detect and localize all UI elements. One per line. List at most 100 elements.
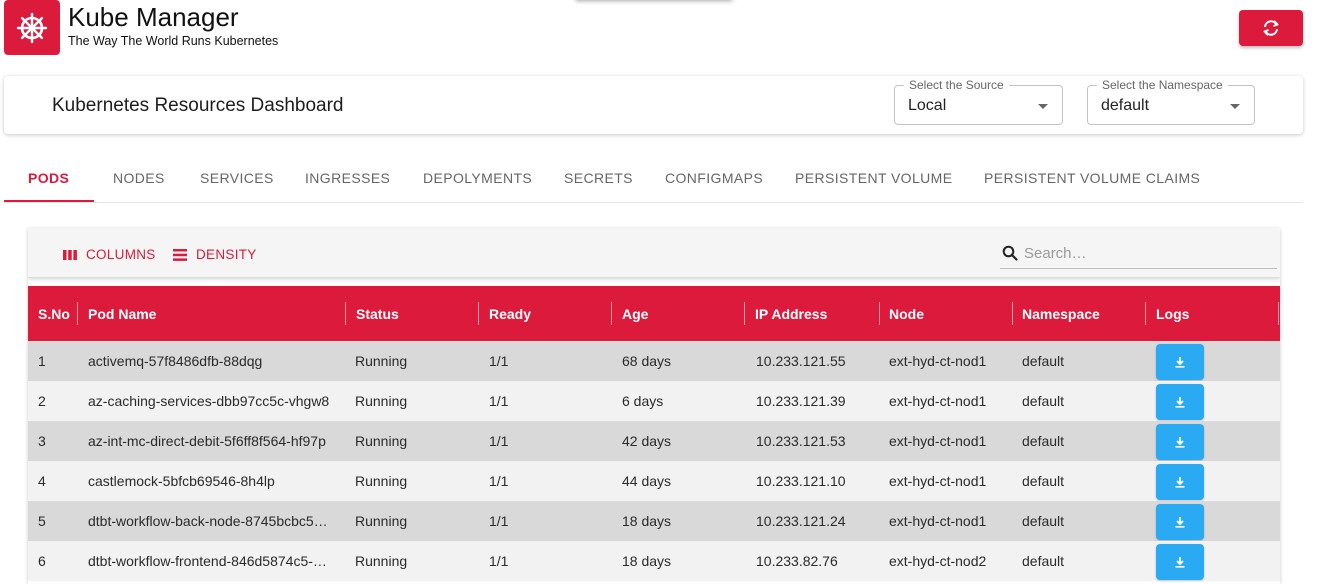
tab-configmaps[interactable]: CONFIGMAPS xyxy=(665,170,763,186)
source-select-label: Select the Source xyxy=(904,78,1009,92)
tab-pods[interactable]: PODS xyxy=(28,170,69,186)
column-separator[interactable] xyxy=(478,302,479,325)
download-icon xyxy=(1175,557,1185,568)
download-icon xyxy=(1175,477,1185,488)
density-label: DENSITY xyxy=(196,247,257,262)
cell-age: 42 days xyxy=(622,433,672,449)
app-title: Kube Manager xyxy=(68,2,239,32)
pods-data-grid: COLUMNS DENSITY S.No Po xyxy=(28,228,1280,584)
table-row[interactable]: 3 az-int-mc-direct-debit-5f6ff8f564-hf97… xyxy=(28,421,1280,461)
cell-namespace: default xyxy=(1022,553,1065,569)
cell-node: ext-hyd-ct-nod2 xyxy=(889,553,987,569)
cell-node: ext-hyd-ct-nod1 xyxy=(889,353,987,369)
column-header-ready[interactable]: Ready xyxy=(489,286,531,341)
column-header-namespace[interactable]: Namespace xyxy=(1022,286,1100,341)
download-icon xyxy=(1175,357,1185,368)
column-header-logs[interactable]: Logs xyxy=(1156,286,1189,341)
column-header-node[interactable]: Node xyxy=(889,286,924,341)
table-row[interactable]: 1 activemq-57f8486dfb-88dqg Running 1/1 … xyxy=(28,341,1280,381)
column-header-age[interactable]: Age xyxy=(622,286,648,341)
dashboard-card: Kubernetes Resources Dashboard Select th… xyxy=(4,76,1303,134)
table-row[interactable]: 2 az-caching-services-dbb97cc5c-vhgw8 Ru… xyxy=(28,381,1280,421)
download-logs-button[interactable] xyxy=(1156,344,1204,380)
download-logs-button[interactable] xyxy=(1156,424,1204,460)
caret-down-icon xyxy=(1038,104,1048,109)
search-box xyxy=(1000,240,1277,269)
cell-ready: 1/1 xyxy=(489,393,509,409)
app-subtitle: The Way The World Runs Kubernetes xyxy=(68,34,279,48)
resource-tabs: PODS NODES SERVICES INGRESSES DEPOLYMENT… xyxy=(4,152,1303,203)
cell-ip-address: 10.233.121.53 xyxy=(756,433,846,449)
density-button[interactable]: DENSITY xyxy=(172,247,257,262)
caret-down-icon xyxy=(1230,104,1240,109)
search-input[interactable] xyxy=(1024,243,1272,263)
cell-sno: 6 xyxy=(38,553,46,569)
column-separator[interactable] xyxy=(879,302,880,325)
grid-toolbar: COLUMNS DENSITY xyxy=(28,228,1280,278)
cell-pod-name: dtbt-workflow-back-node-8745bcbc5… xyxy=(88,513,328,529)
app-logo xyxy=(4,0,60,55)
columns-icon xyxy=(62,249,78,261)
cell-status: Running xyxy=(355,513,408,529)
search-icon xyxy=(1002,245,1018,266)
column-header-ip-address[interactable]: IP Address xyxy=(755,286,827,341)
download-logs-button[interactable] xyxy=(1156,504,1204,540)
column-separator[interactable] xyxy=(1145,302,1146,325)
cell-namespace: default xyxy=(1022,393,1065,409)
cell-ready: 1/1 xyxy=(489,353,509,369)
refresh-button[interactable] xyxy=(1239,10,1303,46)
download-logs-button[interactable] xyxy=(1156,464,1204,500)
column-separator[interactable] xyxy=(611,302,612,325)
table-row[interactable]: 5 dtbt-workflow-back-node-8745bcbc5… Run… xyxy=(28,501,1280,541)
column-header-status[interactable]: Status xyxy=(356,286,399,341)
tab-nodes[interactable]: NODES xyxy=(113,170,165,186)
tab-services[interactable]: SERVICES xyxy=(200,170,274,186)
cell-age: 18 days xyxy=(622,513,672,529)
column-header-pod-name[interactable]: Pod Name xyxy=(88,286,156,341)
cell-node: ext-hyd-ct-nod1 xyxy=(889,473,987,489)
source-select[interactable]: Select the Source Local xyxy=(894,78,1063,125)
download-logs-button[interactable] xyxy=(1156,384,1204,420)
cell-node: ext-hyd-ct-nod1 xyxy=(889,513,987,529)
tab-persistent-volume[interactable]: PERSISTENT VOLUME xyxy=(795,170,952,186)
cell-status: Running xyxy=(355,553,408,569)
dashboard-title: Kubernetes Resources Dashboard xyxy=(52,95,344,116)
cell-ip-address: 10.233.82.76 xyxy=(756,553,838,569)
columns-button[interactable]: COLUMNS xyxy=(62,247,156,262)
tab-ingresses[interactable]: INGRESSES xyxy=(305,170,390,186)
tab-persistent-volume-claims[interactable]: PERSISTENT VOLUME CLAIMS xyxy=(984,170,1200,186)
namespace-select[interactable]: Select the Namespace default xyxy=(1087,78,1255,125)
namespace-select-label: Select the Namespace xyxy=(1097,78,1228,92)
table-row[interactable]: 4 castlemock-5bfcb69546-8h4lp Running 1/… xyxy=(28,461,1280,501)
cell-sno: 4 xyxy=(38,473,46,489)
cell-age: 44 days xyxy=(622,473,672,489)
columns-label: COLUMNS xyxy=(86,247,156,262)
cell-sno: 1 xyxy=(38,353,46,369)
table-body: 1 activemq-57f8486dfb-88dqg Running 1/1 … xyxy=(28,341,1280,581)
density-icon xyxy=(172,248,188,262)
cell-node: ext-hyd-ct-nod1 xyxy=(889,393,987,409)
cell-sno: 2 xyxy=(38,393,46,409)
column-header-sno[interactable]: S.No xyxy=(38,286,70,341)
download-icon xyxy=(1175,437,1185,448)
download-logs-button[interactable] xyxy=(1156,544,1204,580)
cell-status: Running xyxy=(355,393,408,409)
tab-secrets[interactable]: SECRETS xyxy=(564,170,633,186)
cell-pod-name: activemq-57f8486dfb-88dqg xyxy=(88,353,263,369)
column-separator[interactable] xyxy=(744,302,745,325)
cell-sno: 3 xyxy=(38,433,46,449)
column-separator[interactable] xyxy=(77,302,78,325)
cell-pod-name: az-int-mc-direct-debit-5f6ff8f564-hf97p xyxy=(88,433,326,449)
cell-ip-address: 10.233.121.10 xyxy=(756,473,846,489)
cell-pod-name: dtbt-workflow-frontend-846d5874c5-… xyxy=(88,553,327,569)
table-row[interactable]: 6 dtbt-workflow-frontend-846d5874c5-… Ru… xyxy=(28,541,1280,581)
cell-sno: 5 xyxy=(38,513,46,529)
cell-namespace: default xyxy=(1022,513,1065,529)
column-separator[interactable] xyxy=(345,302,346,325)
column-separator[interactable] xyxy=(1278,302,1279,325)
column-separator[interactable] xyxy=(1012,302,1013,325)
tab-deployments[interactable]: DEPOLYMENTS xyxy=(423,170,532,186)
cell-ready: 1/1 xyxy=(489,553,509,569)
cell-ready: 1/1 xyxy=(489,433,509,449)
refresh-icon xyxy=(1263,20,1279,36)
